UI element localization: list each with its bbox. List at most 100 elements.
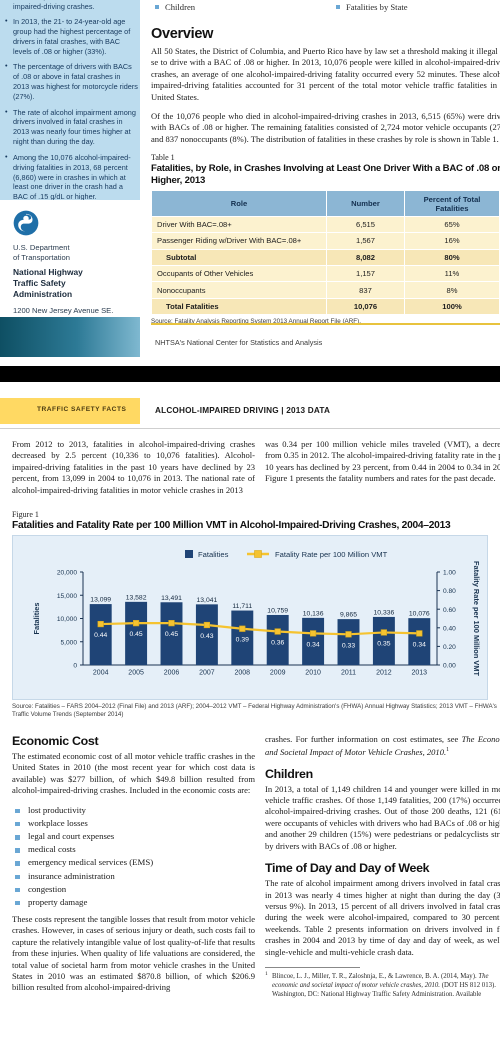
figure-1-source: Source: Fatalities – FARS 2004–2012 (Fin… bbox=[12, 703, 497, 719]
page-2: TRAFFIC SAFETY FACTS ALCOHOL-IMPAIRED DR… bbox=[0, 382, 500, 1056]
x-tick-label: 2007 bbox=[199, 670, 215, 677]
x-tick-label: 2005 bbox=[128, 670, 144, 677]
table-cell: Passenger Riding w/Driver With BAC=.08+ bbox=[151, 232, 327, 250]
breadcrumb-label: Fatalities by State bbox=[346, 2, 408, 12]
sidebar-bullet: The rate of alcohol impairment among dri… bbox=[5, 107, 138, 148]
list-item: property damage bbox=[12, 897, 255, 907]
figure-1-title: Fatalities and Fatality Rate per 100 Mil… bbox=[12, 520, 451, 531]
economic-cost-paragraph: The estimated economic cost of all motor… bbox=[12, 751, 255, 796]
list-item: lost productivity bbox=[12, 805, 255, 815]
header-divider bbox=[0, 428, 500, 429]
bar-value-label: 13,491 bbox=[161, 595, 182, 602]
table-body: Driver With BAC=.08+ 6,515 65% Passenger Ri… bbox=[151, 215, 500, 316]
chart-line-marker bbox=[416, 630, 423, 637]
bar-value-label: 13,099 bbox=[90, 597, 111, 604]
bullet-square-icon bbox=[336, 4, 340, 9]
bullet-square-icon bbox=[155, 4, 159, 9]
gold-divider bbox=[151, 323, 500, 325]
chart-line-marker bbox=[133, 620, 140, 627]
chart-line-marker bbox=[97, 620, 104, 628]
intro-left-paragraph: From 2012 to 2013, fatalities in alcohol… bbox=[12, 439, 255, 495]
chart-line-marker bbox=[203, 621, 211, 629]
x-tick-label: 2012 bbox=[376, 670, 392, 677]
table-cell: 837 bbox=[326, 281, 405, 299]
breadcrumb-item-fatalities-by-state[interactable]: Fatalities by State bbox=[336, 2, 408, 12]
x-tick-label: 2010 bbox=[305, 670, 321, 677]
list-item: workplace losses bbox=[12, 818, 255, 828]
economic-cost-heading: Economic Cost bbox=[12, 734, 99, 748]
chart-line-marker bbox=[345, 631, 352, 638]
table-row: Passenger Riding w/Driver With BAC=.08+ 1… bbox=[151, 232, 500, 250]
breadcrumb-item-children[interactable]: Children bbox=[155, 2, 195, 12]
traffic-safety-facts-tab: TRAFFIC SAFETY FACTS bbox=[0, 398, 140, 424]
table-cell: 1,567 bbox=[326, 232, 405, 250]
y-tick-label-right: 0.80 bbox=[443, 588, 456, 595]
dot-triskelion-logo-icon bbox=[13, 210, 39, 236]
line-value-label: 0.45 bbox=[165, 631, 178, 638]
overview-paragraph-2: Of the 10,076 people who died in alcohol… bbox=[151, 111, 500, 144]
table-cell: 8,082 bbox=[326, 248, 405, 266]
bar-value-label: 10,076 bbox=[409, 611, 430, 618]
list-item: insurance administration bbox=[12, 871, 255, 881]
bar-value-label: 9,865 bbox=[340, 612, 357, 619]
page-separator-bar bbox=[0, 366, 500, 382]
sidebar-bullet-list: about 17 percent occurred in alcohol-imp… bbox=[5, 0, 138, 202]
legend-swatch-fatalities bbox=[185, 550, 193, 558]
x-tick-label: 2009 bbox=[270, 670, 286, 677]
y-tick-label-right: 1.00 bbox=[443, 570, 456, 577]
y-tick-label-left: 20,000 bbox=[57, 570, 78, 577]
agency-logo-block: U.S. Department of Transportation Nation… bbox=[0, 200, 140, 326]
table-cell: 6,515 bbox=[326, 215, 405, 234]
y-tick-label-left: 15,000 bbox=[57, 593, 78, 600]
x-tick-label: 2006 bbox=[164, 670, 180, 677]
bar-value-label: 10,759 bbox=[267, 607, 288, 614]
table-cell: Occupants of Other Vehicles bbox=[151, 264, 327, 283]
economic-cost-bullet-list: lost productivity workplace losses legal a… bbox=[12, 805, 255, 907]
line-value-label: 0.45 bbox=[129, 631, 142, 638]
y-tick-label-right: 0.40 bbox=[443, 625, 456, 632]
figure-1-label: Figure 1 bbox=[12, 510, 39, 519]
line-value-label: 0.33 bbox=[342, 642, 355, 649]
sidebar-bullet: Among the 10,076 alcohol-impaired-drivin… bbox=[5, 152, 138, 203]
chart-line bbox=[100, 622, 420, 636]
bar-value-label: 13,041 bbox=[197, 597, 218, 604]
cont-text: crashes. For further information on cost… bbox=[265, 734, 462, 744]
line-value-label: 0.34 bbox=[413, 641, 426, 648]
x-tick-label: 2004 bbox=[93, 670, 109, 677]
decorative-teal-band bbox=[0, 317, 140, 357]
list-item: emergency medical services (EMS) bbox=[12, 857, 255, 867]
list-item: congestion bbox=[12, 884, 255, 894]
x-tick-label: 2008 bbox=[235, 670, 251, 677]
chart-line-marker bbox=[274, 628, 281, 635]
table-cell: 80% bbox=[404, 248, 500, 266]
y-tick-label-left: 10,000 bbox=[57, 616, 78, 623]
legend-label-fatalities: Fatalities bbox=[198, 550, 229, 559]
time-of-day-heading: Time of Day and Day of Week bbox=[265, 861, 430, 876]
footnote-1: 1 Blincoe, L. J., Miller, T. R., Zaloshnj… bbox=[265, 971, 500, 1000]
list-item: medical costs bbox=[12, 844, 255, 854]
children-column: crashes. For further information on cost… bbox=[265, 734, 500, 999]
table-header-row: Role Number Percent of Total Fatalities bbox=[151, 190, 500, 217]
y-tick-label-left: 0 bbox=[73, 663, 77, 670]
table-cell: 1,157 bbox=[326, 264, 405, 283]
table-cell: 10,076 bbox=[326, 297, 405, 316]
table-cell: Subtotal bbox=[151, 248, 327, 266]
children-heading: Children bbox=[265, 766, 313, 781]
sidebar-bullet: about 17 percent occurred in alcohol-imp… bbox=[13, 0, 133, 11]
line-value-label: 0.34 bbox=[306, 641, 319, 648]
table-cell: 11% bbox=[404, 264, 500, 283]
time-of-day-paragraph: The rate of alcohol impairment among dri… bbox=[265, 878, 500, 957]
bar-value-label: 10,336 bbox=[374, 609, 395, 616]
y-tick-label-right: 0.00 bbox=[443, 663, 456, 670]
y-tick-label-right: 0.60 bbox=[443, 607, 456, 614]
y-tick-label-left: 5,000 bbox=[60, 639, 77, 646]
cont-footnote-ref[interactable]: 1 bbox=[446, 747, 449, 753]
page-2-header-title: ALCOHOL-IMPAIRED DRIVING | 2013 DATA bbox=[155, 406, 331, 415]
x-tick-label: 2013 bbox=[412, 670, 428, 677]
chart-line-marker bbox=[239, 625, 246, 632]
table-row: Nonoccupants 837 8% bbox=[151, 281, 500, 299]
overview-paragraph-1: All 50 States, the District of Columbia,… bbox=[151, 46, 500, 102]
table-column-header: Role bbox=[151, 190, 327, 217]
chart-line-marker bbox=[309, 630, 317, 637]
bar-value-label: 10,136 bbox=[303, 610, 324, 617]
